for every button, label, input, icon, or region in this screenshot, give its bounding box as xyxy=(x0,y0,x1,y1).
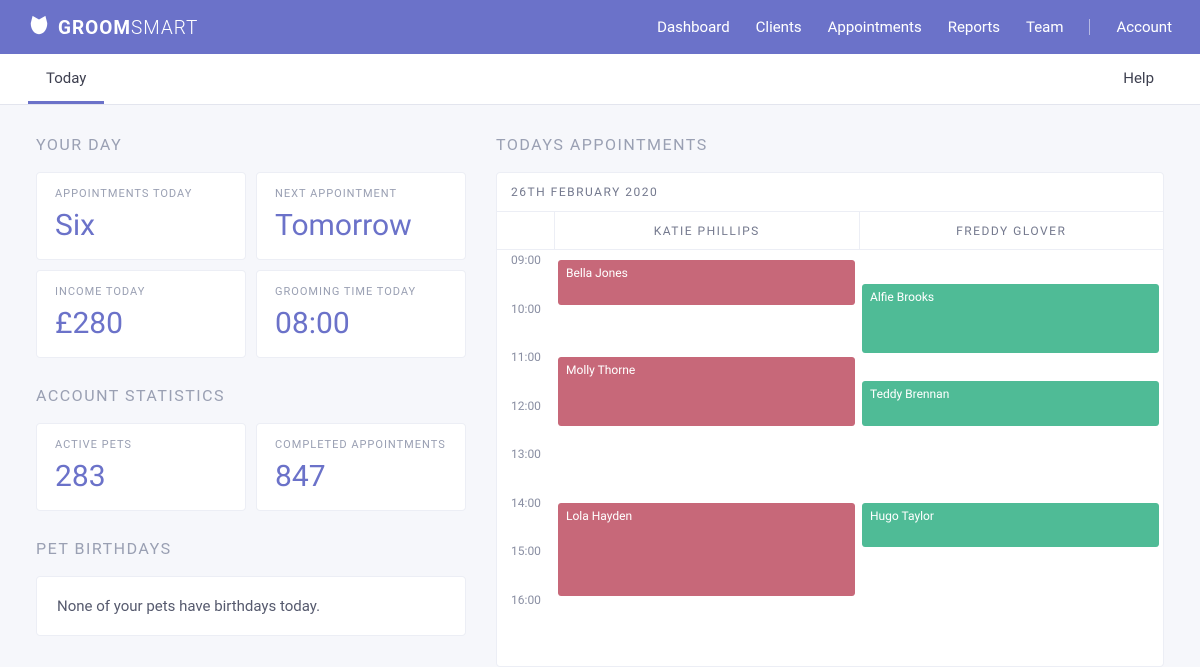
left-column: YOUR DAY APPOINTMENTS TODAY Six NEXT APP… xyxy=(36,135,466,667)
hour-label: 15:00 xyxy=(497,544,555,558)
hour-label: 14:00 xyxy=(497,496,555,510)
time-column-header xyxy=(497,212,555,249)
content: YOUR DAY APPOINTMENTS TODAY Six NEXT APP… xyxy=(0,105,1200,667)
card-label: NEXT APPOINTMENT xyxy=(275,187,447,200)
card-value: Tomorrow xyxy=(275,208,447,243)
nav-clients[interactable]: Clients xyxy=(756,18,802,36)
card-value: £280 xyxy=(55,306,227,341)
appointment-block[interactable]: Hugo Taylor xyxy=(862,503,1159,548)
nav-appointments[interactable]: Appointments xyxy=(828,18,922,36)
groomer-col-0: KATIE PHILLIPS xyxy=(555,212,859,249)
schedule-date: 26TH FEBRUARY 2020 xyxy=(497,173,1163,212)
appointment-block[interactable]: Lola Hayden xyxy=(558,503,855,596)
lane-0: Bella JonesMolly ThorneLola Hayden xyxy=(555,250,859,590)
account-stats-title: ACCOUNT STATISTICS xyxy=(36,386,466,405)
hour-label: 10:00 xyxy=(497,302,555,316)
card-value: 08:00 xyxy=(275,306,447,341)
card-appointments-today: APPOINTMENTS TODAY Six xyxy=(36,172,246,260)
sub-bar: Today Help xyxy=(0,54,1200,105)
appointments-title: TODAYS APPOINTMENTS xyxy=(496,135,1164,154)
groomer-col-1: FREDDY GLOVER xyxy=(859,212,1164,249)
logo-text-light: SMART xyxy=(131,16,198,39)
card-value: 847 xyxy=(275,459,447,494)
card-income-today: INCOME TODAY £280 xyxy=(36,270,246,358)
time-column: 09:0010:0011:0012:0013:0014:0015:0016:00 xyxy=(497,250,555,590)
card-completed-appointments: COMPLETED APPOINTMENTS 847 xyxy=(256,423,466,511)
hour-label: 12:00 xyxy=(497,399,555,413)
logo-icon xyxy=(28,14,50,41)
logo-text-bold: GROOM xyxy=(58,16,131,39)
schedule-columns: Bella JonesMolly ThorneLola Hayden Alfie… xyxy=(555,250,1163,590)
tab-help[interactable]: Help xyxy=(1105,54,1172,104)
top-bar: GROOMSMART Dashboard Clients Appointment… xyxy=(0,0,1200,54)
nav-divider xyxy=(1089,19,1090,35)
birthdays-title: PET BIRTHDAYS xyxy=(36,539,466,558)
card-label: APPOINTMENTS TODAY xyxy=(55,187,227,200)
appointment-block[interactable]: Alfie Brooks xyxy=(862,284,1159,353)
logo: GROOMSMART xyxy=(28,14,198,41)
card-next-appointment: NEXT APPOINTMENT Tomorrow xyxy=(256,172,466,260)
hour-label: 13:00 xyxy=(497,447,555,461)
appointment-block[interactable]: Teddy Brennan xyxy=(862,381,1159,426)
card-label: COMPLETED APPOINTMENTS xyxy=(275,438,447,451)
card-label: GROOMING TIME TODAY xyxy=(275,285,447,298)
nav-account[interactable]: Account xyxy=(1116,18,1172,36)
right-column: TODAYS APPOINTMENTS 26TH FEBRUARY 2020 K… xyxy=(496,135,1164,667)
appointment-block[interactable]: Bella Jones xyxy=(558,260,855,305)
lane-1: Alfie Brooks Teddy Brennan Hugo Taylor xyxy=(859,250,1163,590)
hour-label: 16:00 xyxy=(497,593,555,607)
schedule-body: 09:0010:0011:0012:0013:0014:0015:0016:00… xyxy=(497,250,1163,590)
card-label: INCOME TODAY xyxy=(55,285,227,298)
schedule: 26TH FEBRUARY 2020 KATIE PHILLIPS FREDDY… xyxy=(496,172,1164,667)
hour-label: 09:00 xyxy=(497,253,555,267)
card-label: ACTIVE PETS xyxy=(55,438,227,451)
main-nav: Dashboard Clients Appointments Reports T… xyxy=(657,18,1172,36)
nav-reports[interactable]: Reports xyxy=(948,18,1000,36)
card-value: 283 xyxy=(55,459,227,494)
your-day-title: YOUR DAY xyxy=(36,135,466,154)
birthdays-message: None of your pets have birthdays today. xyxy=(36,576,466,636)
card-grooming-time: GROOMING TIME TODAY 08:00 xyxy=(256,270,466,358)
tab-today[interactable]: Today xyxy=(28,54,104,104)
hour-label: 11:00 xyxy=(497,350,555,364)
schedule-header: KATIE PHILLIPS FREDDY GLOVER xyxy=(497,212,1163,250)
card-value: Six xyxy=(55,208,227,243)
card-active-pets: ACTIVE PETS 283 xyxy=(36,423,246,511)
nav-team[interactable]: Team xyxy=(1026,18,1064,36)
appointment-block[interactable]: Molly Thorne xyxy=(558,357,855,426)
nav-dashboard[interactable]: Dashboard xyxy=(657,18,730,36)
